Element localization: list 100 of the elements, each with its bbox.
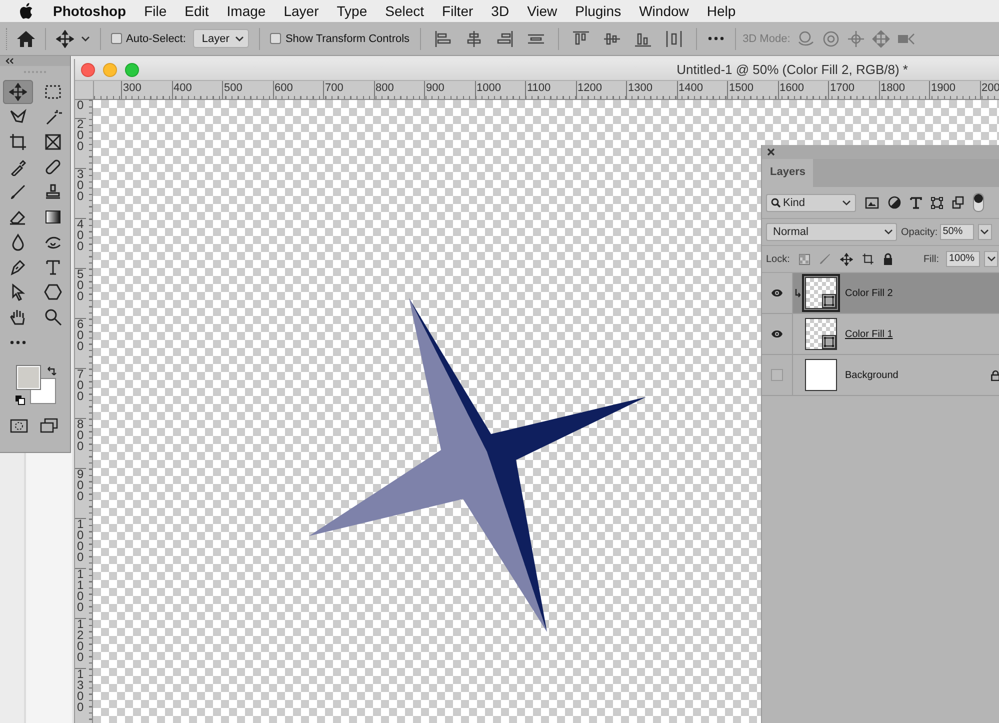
checkbox[interactable] — [111, 33, 122, 44]
filter-toggle[interactable] — [973, 193, 984, 212]
lasso-icon — [9, 108, 27, 126]
layer-name: Color Fill 1 — [845, 328, 893, 340]
filter-dropdown[interactable]: Kind — [766, 194, 856, 212]
hand-icon — [9, 308, 27, 326]
move-icon[interactable] — [56, 30, 74, 48]
caret-icon — [235, 36, 244, 42]
image-filter-icon[interactable] — [865, 196, 879, 208]
menu-item[interactable]: Photoshop — [53, 3, 126, 19]
menu-item[interactable]: View — [527, 3, 558, 19]
ruler-label: 1800 — [878, 81, 929, 99]
frame-icon — [44, 133, 62, 151]
adjustment-filter-icon[interactable] — [888, 196, 901, 209]
menu-item[interactable]: Select — [385, 3, 424, 19]
caret-icon — [842, 200, 851, 206]
zoom-icon — [44, 308, 62, 326]
menu-item[interactable]: Filter — [442, 3, 474, 19]
visibility-toggle[interactable] — [771, 369, 783, 381]
home-icon[interactable] — [17, 30, 35, 46]
magic-wand-icon — [44, 108, 62, 126]
checkbox[interactable] — [270, 33, 282, 44]
crop-icon[interactable] — [862, 253, 874, 265]
shape-filter-icon[interactable] — [931, 196, 943, 208]
menu-item[interactable]: Type — [336, 3, 368, 19]
align-right-icon[interactable] — [496, 30, 514, 48]
collapse-icon[interactable] — [5, 58, 14, 64]
search-icon — [771, 198, 781, 208]
layer-dropdown[interactable]: Layer — [192, 29, 250, 48]
opacity-field[interactable]: 50% — [940, 224, 974, 240]
ruler-label: 800 — [75, 418, 86, 468]
menu-item[interactable]: 3D — [491, 3, 510, 19]
close-icon[interactable] — [767, 148, 775, 156]
ruler-label: 1100 — [75, 568, 86, 618]
layer-row[interactable]: Color Fill 1 — [762, 314, 999, 355]
type-filter-icon[interactable] — [910, 196, 922, 208]
eye-icon[interactable] — [771, 330, 783, 338]
eye-icon[interactable] — [771, 289, 783, 297]
fill-caret-button[interactable] — [984, 251, 998, 267]
caret-icon[interactable] — [81, 36, 90, 42]
align-left-icon[interactable] — [434, 30, 452, 48]
menu-item[interactable]: Image — [226, 3, 266, 19]
align-top-icon[interactable] — [572, 30, 590, 48]
show-transform-label: Show Transform Controls — [285, 32, 410, 44]
tool-button[interactable] — [3, 80, 33, 104]
more-icon[interactable] — [706, 36, 725, 41]
quick-mask-icon[interactable] — [10, 419, 28, 433]
menu-item[interactable]: Edit — [184, 3, 209, 19]
eraser-icon — [9, 208, 27, 226]
menu-item[interactable]: Plugins — [575, 3, 622, 19]
vector-mask-icon — [822, 294, 836, 308]
ruler-label: 700 — [323, 81, 374, 99]
ruler-label: 800 — [374, 81, 424, 99]
document-title: Untitled-1 @ 50% (Color Fill 2, RGB/8) * — [676, 62, 908, 77]
ruler-label: 1000 — [75, 518, 86, 568]
eyedropper-icon — [9, 158, 27, 176]
layer-row[interactable]: Background — [762, 355, 999, 396]
smart-object-filter-icon[interactable] — [952, 196, 964, 209]
move-icon[interactable] — [840, 252, 853, 266]
ruler-label: 1400 — [676, 81, 727, 99]
ruler-label: 1900 — [929, 81, 980, 99]
apple-logo-icon[interactable] — [19, 3, 33, 19]
menu-item[interactable]: Window — [639, 3, 689, 19]
screen-mode-icon[interactable] — [40, 418, 60, 434]
fill-field[interactable]: 100% — [946, 251, 980, 267]
layers-tab[interactable]: Layers — [762, 159, 814, 187]
blend-mode-dropdown[interactable]: Normal — [766, 223, 897, 241]
layer-thumbnail — [805, 359, 837, 391]
menu-item[interactable]: Help — [706, 3, 736, 19]
distribute-columns-icon[interactable] — [664, 30, 683, 48]
ruler-label: 1500 — [727, 81, 778, 99]
color-swatches-drawing[interactable] — [16, 365, 56, 404]
caret-icon — [884, 229, 893, 235]
align-center-icon[interactable] — [464, 30, 483, 48]
ruler-label: 500 — [75, 268, 86, 318]
lock-icon[interactable] — [882, 253, 893, 265]
opacity-label: Opacity: — [901, 226, 938, 238]
ruler-label: 900 — [75, 468, 86, 518]
lock-transparency-icon[interactable] — [798, 254, 810, 264]
ruler-label: 300 — [75, 168, 86, 218]
dashed-rectangle-icon — [44, 83, 62, 101]
ruler-label: 500 — [222, 81, 272, 99]
ruler-label: 1200 — [75, 618, 86, 668]
opacity-caret-button[interactable] — [978, 224, 992, 240]
menu-item[interactable]: File — [144, 3, 167, 19]
ruler-label: 700 — [75, 368, 86, 418]
close-window-button[interactable] — [81, 62, 95, 76]
caret-icon — [986, 256, 996, 262]
crop-icon — [9, 133, 27, 151]
brush-icon — [9, 183, 27, 201]
ruler-label: 1200 — [576, 81, 626, 99]
hexagon-icon — [44, 283, 62, 301]
more-icon — [9, 340, 27, 344]
ruler-label: 200 — [75, 118, 86, 168]
layer-row[interactable]: Color Fill 2 — [762, 273, 999, 314]
menu-item[interactable]: Layer — [284, 3, 319, 19]
ruler-label: 200 — [980, 81, 999, 99]
ruler-label: 900 — [424, 81, 474, 99]
default-colors-icon[interactable] — [15, 395, 25, 405]
swap-arrows-icon[interactable] — [47, 366, 57, 376]
